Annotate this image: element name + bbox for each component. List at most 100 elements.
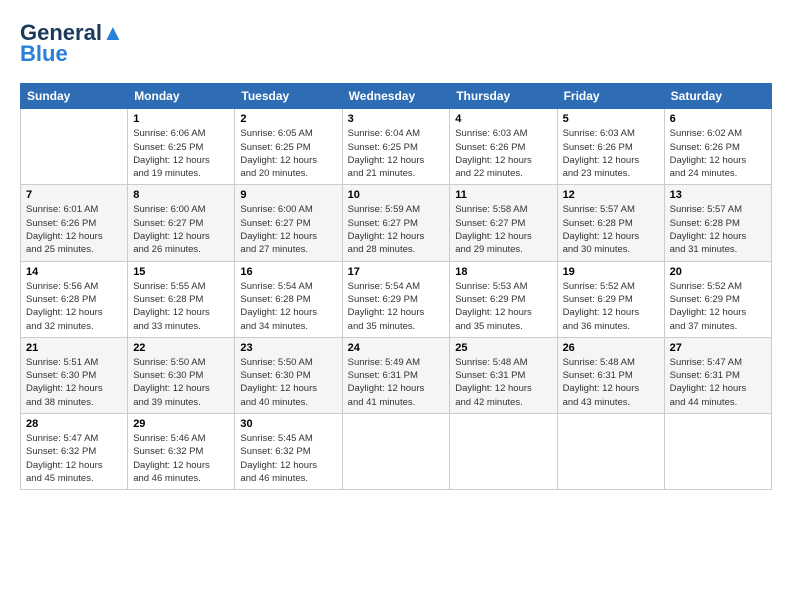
calendar-cell: 30 Sunrise: 5:45 AMSunset: 6:32 PMDayligh…: [235, 414, 342, 490]
day-number: 5: [563, 113, 659, 125]
day-number: 26: [563, 342, 659, 354]
calendar-cell: 14 Sunrise: 5:56 AMSunset: 6:28 PMDayligh…: [21, 261, 128, 337]
calendar-cell: 16 Sunrise: 5:54 AMSunset: 6:28 PMDayligh…: [235, 261, 342, 337]
day-info: Sunrise: 5:52 AMSunset: 6:29 PMDaylight:…: [670, 280, 766, 333]
day-info: Sunrise: 6:00 AMSunset: 6:27 PMDaylight:…: [133, 203, 229, 256]
day-number: 18: [455, 266, 551, 278]
day-number: 28: [26, 418, 122, 430]
calendar-header-row: SundayMondayTuesdayWednesdayThursdayFrid…: [21, 84, 772, 109]
calendar-table: SundayMondayTuesdayWednesdayThursdayFrid…: [20, 83, 772, 490]
calendar-cell: 28 Sunrise: 5:47 AMSunset: 6:32 PMDayligh…: [21, 414, 128, 490]
day-number: 7: [26, 189, 122, 201]
calendar-cell: 21 Sunrise: 5:51 AMSunset: 6:30 PMDayligh…: [21, 337, 128, 413]
day-info: Sunrise: 6:06 AMSunset: 6:25 PMDaylight:…: [133, 127, 229, 180]
day-number: 8: [133, 189, 229, 201]
header-sunday: Sunday: [21, 84, 128, 109]
day-number: 6: [670, 113, 766, 125]
calendar-week-1: 1 Sunrise: 6:06 AMSunset: 6:25 PMDaylight…: [21, 109, 772, 185]
day-number: 25: [455, 342, 551, 354]
calendar-cell: [557, 414, 664, 490]
calendar-cell: 24Sunrise: 5:49 AMSunset: 6:31 PMDayligh…: [342, 337, 450, 413]
header-thursday: Thursday: [450, 84, 557, 109]
calendar-week-3: 14 Sunrise: 5:56 AMSunset: 6:28 PMDayligh…: [21, 261, 772, 337]
day-info: Sunrise: 5:50 AMSunset: 6:30 PMDaylight:…: [240, 356, 336, 409]
calendar-cell: [342, 414, 450, 490]
calendar-cell: 10Sunrise: 5:59 AMSunset: 6:27 PMDayligh…: [342, 185, 450, 261]
calendar-cell: 11 Sunrise: 5:58 AMSunset: 6:27 PMDayligh…: [450, 185, 557, 261]
day-info: Sunrise: 5:56 AMSunset: 6:28 PMDaylight:…: [26, 280, 122, 333]
day-number: 23: [240, 342, 336, 354]
calendar-cell: 9 Sunrise: 6:00 AMSunset: 6:27 PMDaylight…: [235, 185, 342, 261]
day-number: 24: [348, 342, 445, 354]
day-info: Sunrise: 6:04 AMSunset: 6:25 PMDaylight:…: [348, 127, 445, 180]
day-number: 9: [240, 189, 336, 201]
day-info: Sunrise: 5:58 AMSunset: 6:27 PMDaylight:…: [455, 203, 551, 256]
day-number: 15: [133, 266, 229, 278]
day-info: Sunrise: 5:47 AMSunset: 6:31 PMDaylight:…: [670, 356, 766, 409]
header-monday: Monday: [128, 84, 235, 109]
day-info: Sunrise: 5:59 AMSunset: 6:27 PMDaylight:…: [348, 203, 445, 256]
calendar-cell: 26 Sunrise: 5:48 AMSunset: 6:31 PMDayligh…: [557, 337, 664, 413]
day-info: Sunrise: 5:48 AMSunset: 6:31 PMDaylight:…: [563, 356, 659, 409]
day-number: 16: [240, 266, 336, 278]
page-header: General▲ Blue: [20, 20, 772, 67]
calendar-cell: [21, 109, 128, 185]
calendar-cell: 22Sunrise: 5:50 AMSunset: 6:30 PMDayligh…: [128, 337, 235, 413]
header-wednesday: Wednesday: [342, 84, 450, 109]
header-tuesday: Tuesday: [235, 84, 342, 109]
calendar-cell: 2Sunrise: 6:05 AMSunset: 6:25 PMDaylight…: [235, 109, 342, 185]
day-number: 20: [670, 266, 766, 278]
day-number: 19: [563, 266, 659, 278]
day-number: 1: [133, 113, 229, 125]
day-info: Sunrise: 5:48 AMSunset: 6:31 PMDaylight:…: [455, 356, 551, 409]
day-number: 17: [348, 266, 445, 278]
day-number: 14: [26, 266, 122, 278]
day-info: Sunrise: 5:54 AMSunset: 6:28 PMDaylight:…: [240, 280, 336, 333]
calendar-cell: 20 Sunrise: 5:52 AMSunset: 6:29 PMDayligh…: [664, 261, 771, 337]
calendar-cell: 25 Sunrise: 5:48 AMSunset: 6:31 PMDayligh…: [450, 337, 557, 413]
day-info: Sunrise: 5:45 AMSunset: 6:32 PMDaylight:…: [240, 432, 336, 485]
calendar-body: 1 Sunrise: 6:06 AMSunset: 6:25 PMDaylight…: [21, 109, 772, 490]
day-info: Sunrise: 5:55 AMSunset: 6:28 PMDaylight:…: [133, 280, 229, 333]
calendar-cell: [664, 414, 771, 490]
calendar-cell: [450, 414, 557, 490]
calendar-cell: 8 Sunrise: 6:00 AMSunset: 6:27 PMDaylight…: [128, 185, 235, 261]
day-number: 3: [348, 113, 445, 125]
calendar-cell: 6 Sunrise: 6:02 AMSunset: 6:26 PMDaylight…: [664, 109, 771, 185]
day-number: 11: [455, 189, 551, 201]
calendar-week-2: 7Sunrise: 6:01 AMSunset: 6:26 PMDaylight…: [21, 185, 772, 261]
calendar-cell: 27Sunrise: 5:47 AMSunset: 6:31 PMDayligh…: [664, 337, 771, 413]
logo-line2: Blue: [20, 41, 68, 67]
day-number: 21: [26, 342, 122, 354]
day-info: Sunrise: 5:46 AMSunset: 6:32 PMDaylight:…: [133, 432, 229, 485]
calendar-cell: 18 Sunrise: 5:53 AMSunset: 6:29 PMDayligh…: [450, 261, 557, 337]
calendar-week-4: 21 Sunrise: 5:51 AMSunset: 6:30 PMDayligh…: [21, 337, 772, 413]
header-saturday: Saturday: [664, 84, 771, 109]
day-info: Sunrise: 5:47 AMSunset: 6:32 PMDaylight:…: [26, 432, 122, 485]
calendar-cell: 23 Sunrise: 5:50 AMSunset: 6:30 PMDayligh…: [235, 337, 342, 413]
header-friday: Friday: [557, 84, 664, 109]
calendar-cell: 29 Sunrise: 5:46 AMSunset: 6:32 PMDayligh…: [128, 414, 235, 490]
day-info: Sunrise: 5:57 AMSunset: 6:28 PMDaylight:…: [563, 203, 659, 256]
calendar-cell: 7Sunrise: 6:01 AMSunset: 6:26 PMDaylight…: [21, 185, 128, 261]
day-number: 4: [455, 113, 551, 125]
calendar-cell: 1 Sunrise: 6:06 AMSunset: 6:25 PMDaylight…: [128, 109, 235, 185]
day-number: 2: [240, 113, 336, 125]
day-info: Sunrise: 6:00 AMSunset: 6:27 PMDaylight:…: [240, 203, 336, 256]
day-info: Sunrise: 6:02 AMSunset: 6:26 PMDaylight:…: [670, 127, 766, 180]
day-info: Sunrise: 5:53 AMSunset: 6:29 PMDaylight:…: [455, 280, 551, 333]
calendar-cell: 5 Sunrise: 6:03 AMSunset: 6:26 PMDaylight…: [557, 109, 664, 185]
day-info: Sunrise: 5:52 AMSunset: 6:29 PMDaylight:…: [563, 280, 659, 333]
calendar-cell: 19 Sunrise: 5:52 AMSunset: 6:29 PMDayligh…: [557, 261, 664, 337]
calendar-cell: 3 Sunrise: 6:04 AMSunset: 6:25 PMDaylight…: [342, 109, 450, 185]
day-info: Sunrise: 6:03 AMSunset: 6:26 PMDaylight:…: [563, 127, 659, 180]
day-number: 30: [240, 418, 336, 430]
day-number: 22: [133, 342, 229, 354]
day-info: Sunrise: 5:51 AMSunset: 6:30 PMDaylight:…: [26, 356, 122, 409]
day-info: Sunrise: 6:03 AMSunset: 6:26 PMDaylight:…: [455, 127, 551, 180]
day-number: 12: [563, 189, 659, 201]
calendar-cell: 4 Sunrise: 6:03 AMSunset: 6:26 PMDaylight…: [450, 109, 557, 185]
logo: General▲ Blue: [20, 20, 124, 67]
calendar-cell: 15 Sunrise: 5:55 AMSunset: 6:28 PMDayligh…: [128, 261, 235, 337]
day-number: 29: [133, 418, 229, 430]
